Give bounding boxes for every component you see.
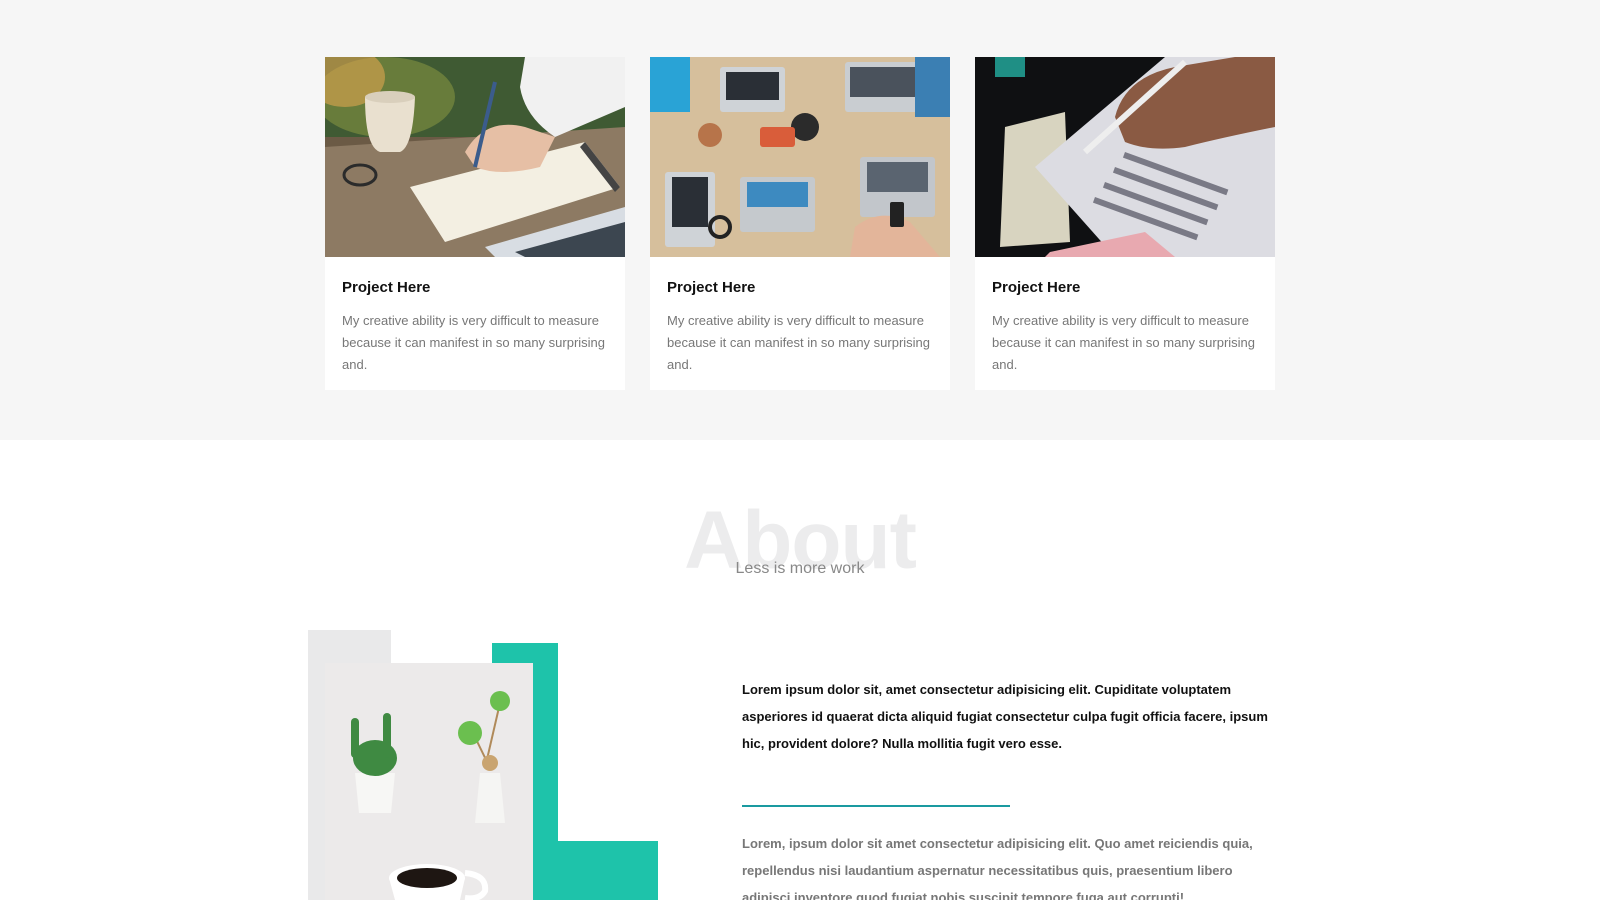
project-image-answer-sheet[interactable]: [975, 57, 1275, 257]
project-image-team-laptops[interactable]: [650, 57, 950, 257]
about-body-paragraph: Lorem, ipsum dolor sit amet consectetur …: [742, 836, 1253, 900]
project-title: Project Here: [667, 279, 756, 296]
project-description: My creative ability is very difficult to…: [992, 313, 1256, 372]
project-card[interactable]: Project Here My creative ability is very…: [325, 57, 625, 390]
project-description: My creative ability is very difficult to…: [342, 313, 606, 372]
project-title: Project Here: [342, 279, 431, 296]
about-subtitle: Less is more work: [735, 560, 865, 577]
project-card[interactable]: Project Here My creative ability is very…: [650, 57, 950, 390]
about-image-succulents: [325, 663, 533, 900]
project-card[interactable]: Project Here My creative ability is very…: [975, 57, 1275, 390]
about-lead-paragraph: Lorem ipsum dolor sit, amet consectetur …: [742, 682, 1268, 751]
project-image-notebook[interactable]: [325, 57, 625, 257]
about-divider: [742, 805, 1010, 807]
project-title: Project Here: [992, 279, 1081, 296]
projects-section: Project Here My creative ability is very…: [0, 0, 1600, 440]
project-description: My creative ability is very difficult to…: [667, 313, 931, 372]
